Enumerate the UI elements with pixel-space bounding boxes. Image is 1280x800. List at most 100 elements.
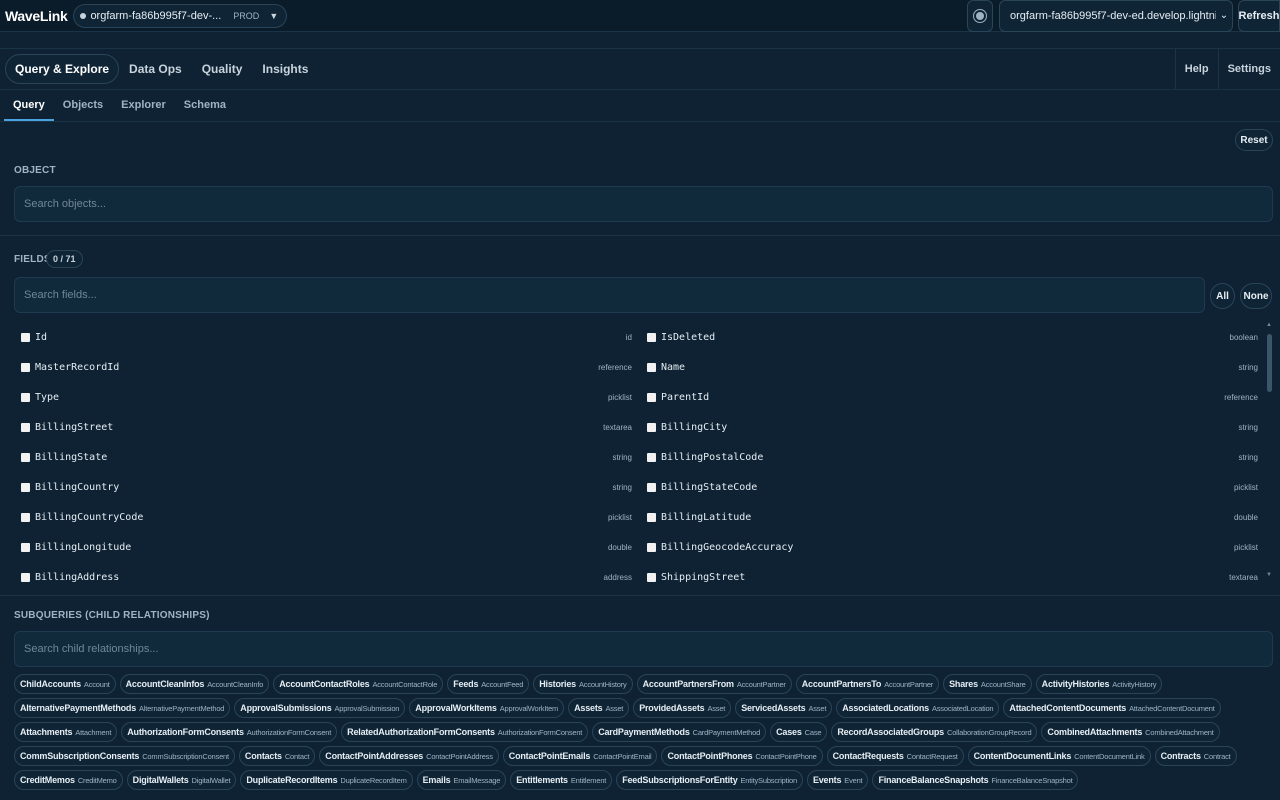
relationship-chip[interactable]: ActivityHistories ActivityHistory xyxy=(1035,674,1163,694)
relationship-chip[interactable]: AccountPartnersFrom AccountPartner xyxy=(636,674,792,694)
instance-select[interactable]: orgfarm-fa86b995f7-dev-ed.develop.lightn… xyxy=(999,0,1233,32)
field-row[interactable]: ShippingStreet textarea xyxy=(640,562,1260,582)
relationship-chip[interactable]: ChildAccounts Account xyxy=(14,674,116,694)
relationship-chip[interactable]: CommSubscriptionConsents CommSubscription… xyxy=(14,746,235,766)
relationship-chip[interactable]: Emails EmailMessage xyxy=(416,770,507,790)
select-all-button[interactable]: All xyxy=(1210,283,1235,309)
relationship-chip[interactable]: CombinedAttachments CombinedAttachment xyxy=(1041,722,1220,742)
refresh-button[interactable]: Refresh xyxy=(1238,0,1280,32)
field-row[interactable]: BillingState string xyxy=(14,442,634,472)
relationship-chip[interactable]: ContentDocumentLinks ContentDocumentLink xyxy=(967,746,1151,766)
tab-data-ops[interactable]: Data Ops xyxy=(119,62,192,76)
gear-icon[interactable] xyxy=(967,0,993,32)
field-row[interactable]: BillingCountry string xyxy=(14,472,634,502)
field-checkbox[interactable] xyxy=(647,362,656,372)
field-row[interactable]: Type picklist xyxy=(14,382,634,412)
relationship-chip[interactable]: ContactRequests ContactRequest xyxy=(826,746,964,766)
field-row[interactable]: ParentId reference xyxy=(640,382,1260,412)
field-checkbox[interactable] xyxy=(647,422,656,432)
field-row[interactable]: BillingCity string xyxy=(640,412,1260,442)
field-row[interactable]: BillingAddress address xyxy=(14,562,634,582)
field-row[interactable]: BillingLongitude double xyxy=(14,532,634,562)
tab-query-explore[interactable]: Query & Explore xyxy=(5,54,120,84)
relationship-chip[interactable]: FeedSubscriptionsForEntity EntitySubscrip… xyxy=(616,770,803,790)
select-none-button[interactable]: None xyxy=(1240,283,1272,309)
fields-search-input[interactable]: Search fields... xyxy=(14,277,1205,313)
relationship-chip[interactable]: AuthorizationFormConsents AuthorizationFo… xyxy=(121,722,338,742)
field-row[interactable]: Name string xyxy=(640,352,1260,382)
scroll-thumb[interactable] xyxy=(1267,334,1272,392)
field-row[interactable]: BillingLatitude double xyxy=(640,502,1260,532)
field-checkbox[interactable] xyxy=(21,422,30,432)
field-row[interactable]: IsDeleted boolean xyxy=(640,322,1260,352)
object-search-input[interactable]: Search objects... xyxy=(14,186,1273,222)
field-row[interactable]: BillingCountryCode picklist xyxy=(14,502,634,532)
relationship-chip[interactable]: CreditMemos CreditMemo xyxy=(14,770,123,790)
field-checkbox[interactable] xyxy=(647,542,656,552)
relationship-chip[interactable]: RecordAssociatedGroups CollaborationGroup… xyxy=(831,722,1038,742)
relationship-chip[interactable]: FinanceBalanceSnapshots FinanceBalanceSna… xyxy=(872,770,1079,790)
subtab-query[interactable]: Query xyxy=(4,99,54,121)
field-row[interactable]: MasterRecordId reference xyxy=(14,352,634,382)
relationship-chip[interactable]: Attachments Attachment xyxy=(14,722,118,742)
relationship-chip[interactable]: Feeds AccountFeed xyxy=(447,674,530,694)
field-checkbox[interactable] xyxy=(21,572,30,582)
relationship-chip[interactable]: Assets Asset xyxy=(568,698,630,718)
relationship-chip[interactable]: ContactPointPhones ContactPointPhone xyxy=(661,746,823,766)
field-checkbox[interactable] xyxy=(21,392,30,402)
scroll-up-icon[interactable]: ▲ xyxy=(1266,322,1272,328)
relationship-chip[interactable]: DuplicateRecordItems DuplicateRecordItem xyxy=(240,770,413,790)
field-checkbox[interactable] xyxy=(647,392,656,402)
relationship-chip[interactable]: AccountContactRoles AccountContactRole xyxy=(273,674,444,694)
relationship-chip[interactable]: ContactPointEmails ContactPointEmail xyxy=(502,746,658,766)
field-row[interactable]: Id id xyxy=(14,322,634,352)
field-row[interactable]: BillingStreet textarea xyxy=(14,412,634,442)
relationship-chip[interactable]: Cases Case xyxy=(770,722,828,742)
relationship-chip[interactable]: AssociatedLocations AssociatedLocation xyxy=(836,698,1000,718)
relationship-chip[interactable]: AttachedContentDocuments AttachedContentD… xyxy=(1003,698,1221,718)
subtab-schema[interactable]: Schema xyxy=(175,99,235,121)
relationship-chip[interactable]: CardPaymentMethods CardPaymentMethod xyxy=(592,722,767,742)
subtab-objects[interactable]: Objects xyxy=(54,99,112,121)
field-checkbox[interactable] xyxy=(21,482,30,492)
relationship-chip[interactable]: DigitalWallets DigitalWallet xyxy=(126,770,237,790)
field-checkbox[interactable] xyxy=(647,512,656,522)
tab-quality[interactable]: Quality xyxy=(192,62,253,76)
relationship-chip[interactable]: ProvidedAssets Asset xyxy=(633,698,732,718)
relationship-chip[interactable]: RelatedAuthorizationFormConsents Authoriz… xyxy=(341,722,589,742)
relationship-chip[interactable]: Histories AccountHistory xyxy=(533,674,633,694)
relationship-chip[interactable]: AccountCleanInfos AccountCleanInfo xyxy=(119,674,270,694)
field-checkbox[interactable] xyxy=(21,362,30,372)
field-checkbox[interactable] xyxy=(21,332,30,342)
field-checkbox[interactable] xyxy=(647,332,656,342)
relationship-chip[interactable]: Contracts Contract xyxy=(1154,746,1237,766)
field-checkbox[interactable] xyxy=(647,452,656,462)
field-row[interactable]: BillingPostalCode string xyxy=(640,442,1260,472)
field-checkbox[interactable] xyxy=(21,542,30,552)
field-checkbox[interactable] xyxy=(21,452,30,462)
fields-scrollbar[interactable]: ▲ ▼ xyxy=(1266,322,1273,580)
field-row[interactable]: BillingGeocodeAccuracy picklist xyxy=(640,532,1260,562)
field-checkbox[interactable] xyxy=(21,512,30,522)
field-checkbox[interactable] xyxy=(647,572,656,582)
reset-button[interactable]: Reset xyxy=(1235,129,1273,151)
relationship-chip[interactable]: ApprovalWorkItems ApprovalWorkItem xyxy=(409,698,565,718)
field-row[interactable]: BillingStateCode picklist xyxy=(640,472,1260,502)
org-switcher[interactable]: orgfarm-fa86b995f7-dev-... PROD ▼ xyxy=(73,3,288,28)
field-checkbox[interactable] xyxy=(647,482,656,492)
relationship-chip[interactable]: ServicedAssets Asset xyxy=(735,698,833,718)
relationship-chip[interactable]: AlternativePaymentMethods AlternativePaym… xyxy=(14,698,231,718)
relationships-search-input[interactable]: Search child relationships... xyxy=(14,631,1273,667)
tab-insights[interactable]: Insights xyxy=(252,62,318,76)
scroll-down-icon[interactable]: ▼ xyxy=(1266,572,1272,578)
subtab-explorer[interactable]: Explorer xyxy=(112,99,175,121)
settings-button[interactable]: Settings xyxy=(1217,48,1280,90)
relationship-chip[interactable]: Entitlements Entitlement xyxy=(510,770,613,790)
relationship-chip[interactable]: ContactPointAddresses ContactPointAddress xyxy=(319,746,499,766)
help-button[interactable]: Help xyxy=(1174,48,1218,90)
relationship-chip[interactable]: ApprovalSubmissions ApprovalSubmission xyxy=(234,698,406,718)
relationship-chip[interactable]: Contacts Contact xyxy=(238,746,316,766)
relationship-chip[interactable]: AccountPartnersTo AccountPartner xyxy=(795,674,940,694)
relationship-chip[interactable]: Events Event xyxy=(806,770,869,790)
relationship-chip[interactable]: Shares AccountShare xyxy=(943,674,1032,694)
